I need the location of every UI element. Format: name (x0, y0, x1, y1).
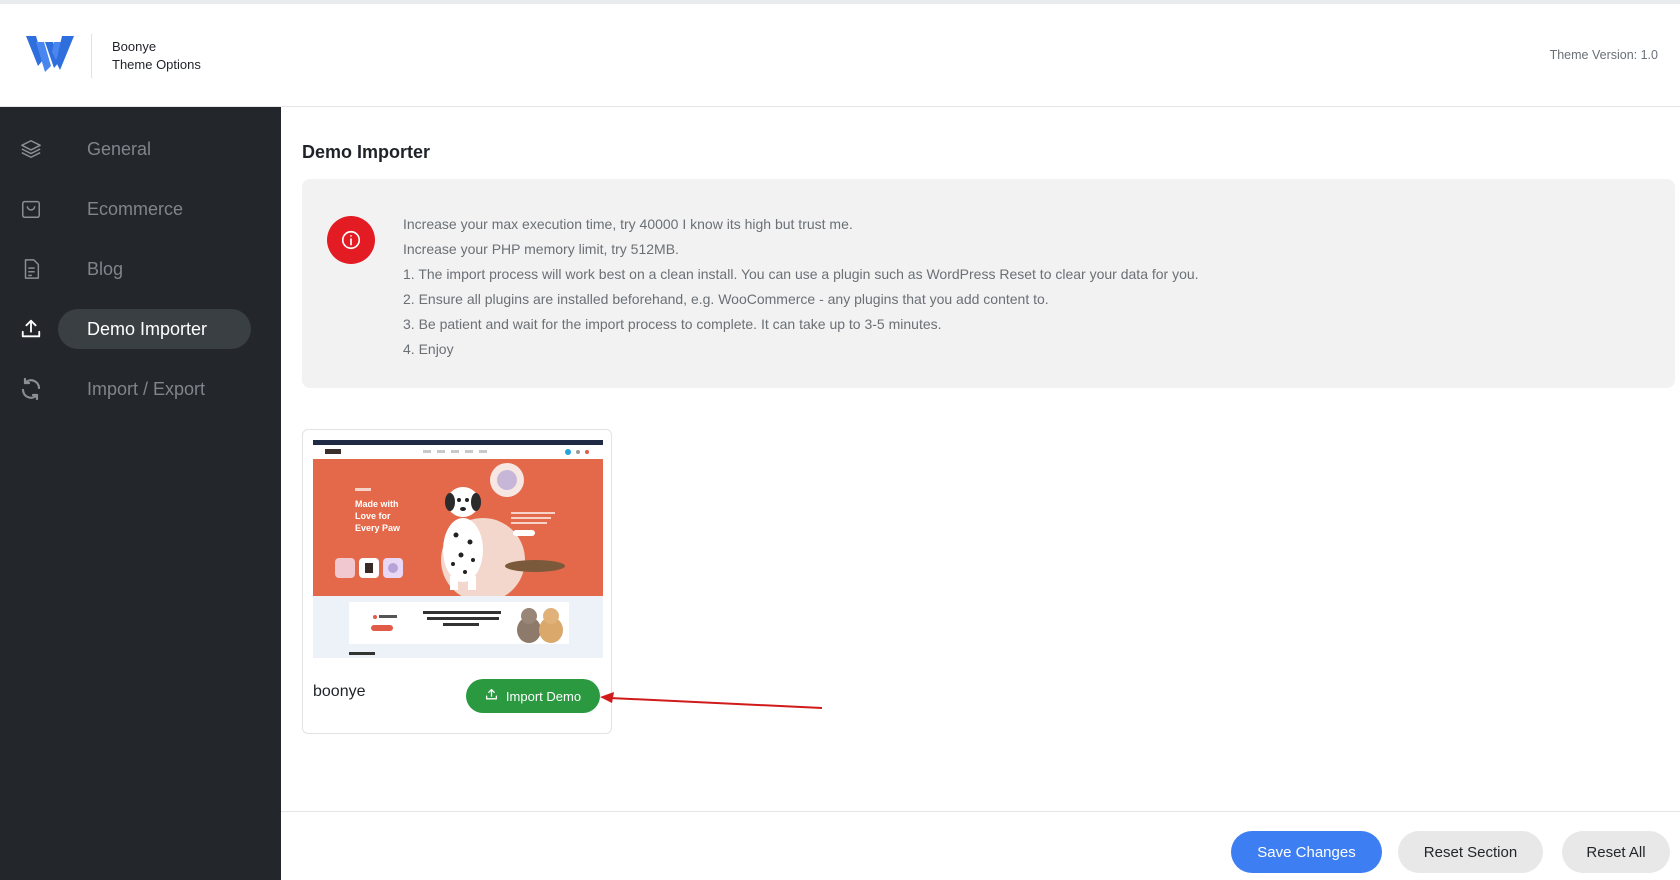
sidebar-item-demo-importer[interactable]: Demo Importer (0, 307, 281, 351)
sidebar-item-general[interactable]: General (0, 127, 281, 171)
sidebar-item-label: Blog (87, 259, 124, 279)
notice-line: 1. The import process will work best on … (403, 266, 1199, 282)
page-title: Demo Importer (302, 142, 431, 162)
save-changes-button[interactable]: Save Changes (1231, 831, 1382, 873)
upload-icon (19, 317, 43, 341)
logo-icon (26, 36, 74, 72)
theme-version: Theme Version: 1.0 (1549, 48, 1658, 62)
annotation-arrow-icon (600, 692, 823, 709)
demo-name: boonye (313, 683, 366, 700)
refresh-icon (19, 377, 43, 401)
import-demo-button[interactable]: Import Demo (466, 679, 600, 713)
brand-line-2: Theme Options (112, 57, 201, 72)
header: Boonye Theme Options Theme Version: 1.0 (0, 4, 1680, 107)
reset-all-button[interactable]: Reset All (1562, 831, 1670, 873)
sidebar: General Ecommerce Blog Demo Importer Imp… (0, 107, 281, 880)
sidebar-item-ecommerce[interactable]: Ecommerce (0, 187, 281, 231)
notice-line: 4. Enjoy (403, 341, 454, 357)
thumb-hero-line: Every Paw (355, 523, 401, 533)
demo-preview-image: Made with Love for Every Paw (313, 440, 603, 658)
notice-text: Increase your max execution time, try 40… (403, 212, 1199, 362)
thumb-hero-line: Made with (355, 499, 399, 509)
demo-card: Made with Love for Every Paw boonye Impo… (302, 429, 612, 734)
notice-line: Increase your max execution time, try 40… (403, 216, 853, 232)
sidebar-item-label: General (87, 139, 152, 159)
brand-line-1: Boonye (112, 39, 157, 54)
info-icon (327, 216, 375, 264)
sidebar-item-blog[interactable]: Blog (0, 247, 281, 291)
demo-thumbnail[interactable]: Made with Love for Every Paw (313, 440, 603, 658)
notice-line: 2. Ensure all plugins are installed befo… (403, 291, 1049, 307)
notice-box: Increase your max execution time, try 40… (302, 179, 1675, 388)
sidebar-item-label: Ecommerce (87, 199, 184, 219)
import-demo-label: Import Demo (505, 688, 582, 704)
main-content: Demo Importer Increase your max executio… (281, 107, 1680, 811)
document-icon (19, 257, 43, 281)
thumb-hero-line: Love for (355, 511, 391, 521)
sidebar-item-label: Import / Export (87, 379, 206, 399)
brand-name: Boonye Theme Options (112, 38, 201, 74)
shopping-bag-icon (19, 197, 43, 221)
notice-line: Increase your PHP memory limit, try 512M… (403, 241, 679, 257)
layers-icon (19, 137, 43, 161)
footer-bar: Save Changes Reset Section Reset All (281, 811, 1680, 880)
sidebar-item-import-export[interactable]: Import / Export (0, 367, 281, 411)
reset-section-button[interactable]: Reset Section (1398, 831, 1543, 873)
upload-icon (485, 688, 498, 704)
notice-line: 3. Be patient and wait for the import pr… (403, 316, 942, 332)
logo-divider (91, 34, 92, 78)
sidebar-item-label: Demo Importer (87, 319, 208, 339)
